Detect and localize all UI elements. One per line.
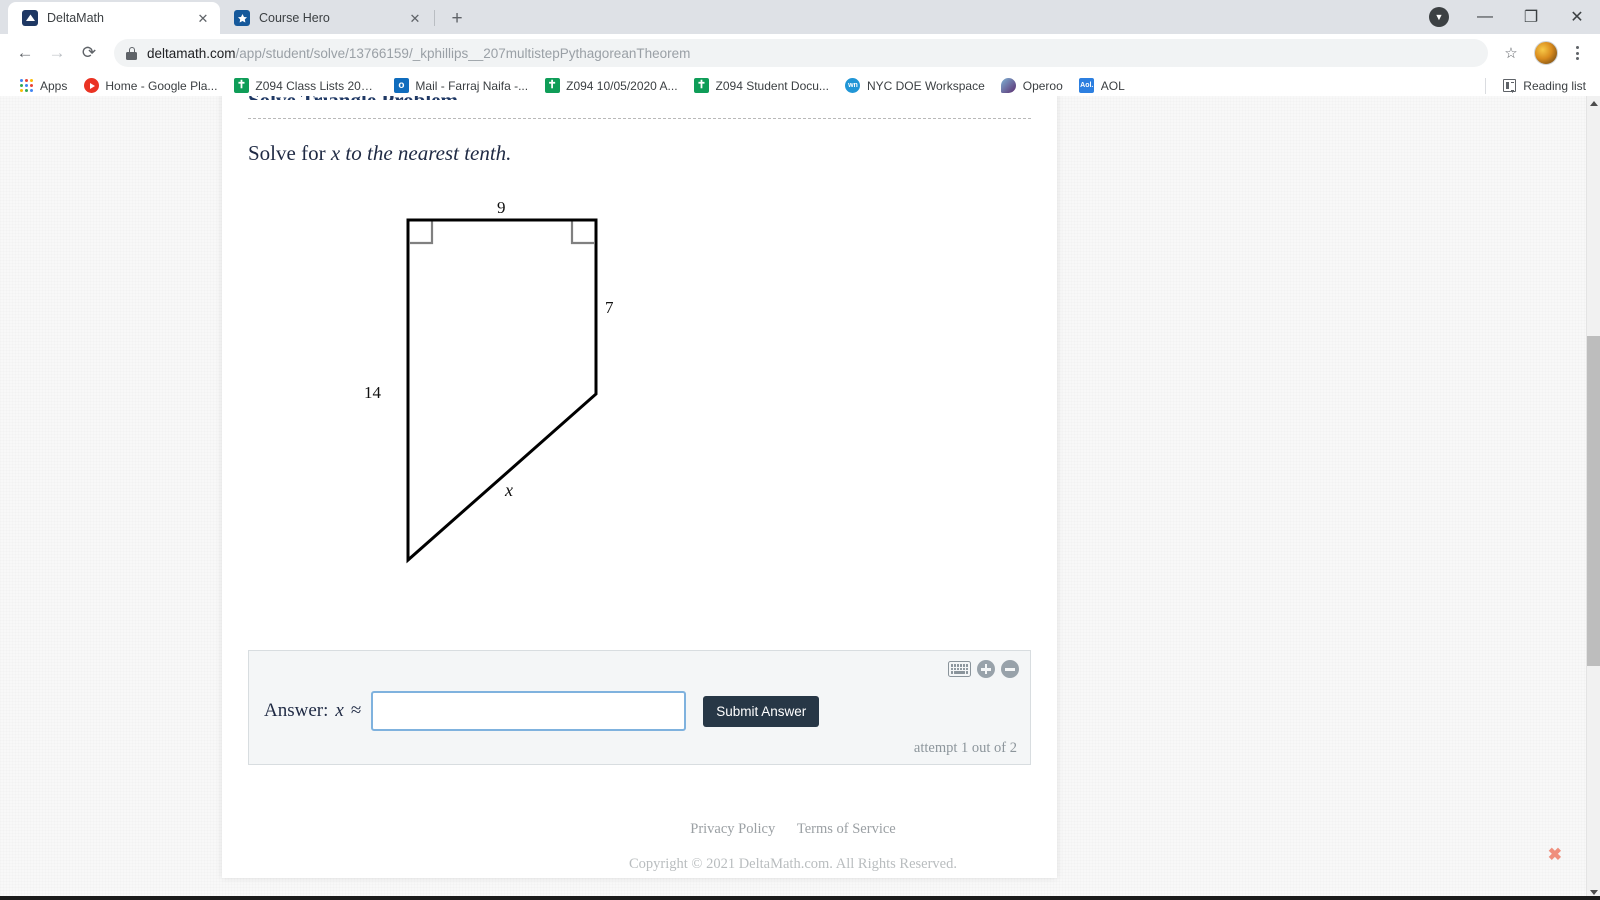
maximize-button[interactable]: ❐ xyxy=(1508,0,1554,34)
new-tab-button[interactable]: + xyxy=(443,4,471,32)
google-classroom-icon: ✝ xyxy=(544,78,560,94)
bookmark-label: AOL xyxy=(1100,78,1125,93)
deltamath-icon xyxy=(22,10,38,26)
figure-label-top: 9 xyxy=(497,198,506,217)
bookmarks-divider xyxy=(1485,77,1487,94)
prompt-suffix: to the nearest tenth. xyxy=(345,141,512,165)
page-viewport: Solve Triangle Problem Solve for x to th… xyxy=(0,96,1600,900)
reload-button[interactable]: ⟳ xyxy=(74,38,104,68)
google-classroom-icon: ✝ xyxy=(694,78,710,94)
title-divider xyxy=(248,118,1031,119)
attempt-counter: attempt 1 out of 2 xyxy=(913,740,1017,756)
profile-avatar[interactable] xyxy=(1534,41,1558,65)
minus-circle-icon[interactable] xyxy=(1001,660,1019,678)
plus-circle-icon[interactable] xyxy=(977,660,995,678)
taskbar-edge xyxy=(0,896,1600,900)
google-classroom-icon: ✝ xyxy=(233,78,249,94)
youtube-icon xyxy=(83,78,99,94)
keyboard-icon[interactable] xyxy=(948,661,971,677)
answer-label-text: Answer: xyxy=(264,700,329,721)
coursehero-icon xyxy=(234,10,250,26)
bookmark-label: Z094 10/05/2020 A... xyxy=(566,78,678,93)
window-controls: ▼ — ❐ ✕ xyxy=(1416,0,1600,34)
answer-row: Answer: x ≈ Submit Answer xyxy=(264,691,820,731)
page-footer: Privacy Policy Terms of Service Copyrigh… xyxy=(0,821,1586,873)
reading-list-label: Reading list xyxy=(1523,78,1586,93)
close-icon[interactable]: ✕ xyxy=(194,9,212,27)
answer-label: Answer: x ≈ xyxy=(264,700,361,722)
approx-symbol: ≈ xyxy=(350,700,362,721)
minimize-button[interactable]: — xyxy=(1462,0,1508,34)
bookmark-label: Home - Google Pla... xyxy=(105,78,218,93)
browser-window: DeltaMath ✕ Course Hero ✕ + ▼ — ❐ ✕ ← → … xyxy=(0,0,1600,900)
operoo-icon xyxy=(1001,78,1017,94)
bookmark-apps[interactable]: Apps xyxy=(10,75,75,97)
prompt-variable: x xyxy=(330,141,341,165)
vertical-scrollbar[interactable] xyxy=(1586,96,1600,900)
answer-panel: Answer: x ≈ Submit Answer attempt 1 out of… xyxy=(248,650,1031,765)
aol-icon: Aol. xyxy=(1079,78,1095,94)
answer-tools xyxy=(948,660,1019,678)
bookmark-label: Z094 Student Docu... xyxy=(715,78,829,93)
answer-input[interactable] xyxy=(371,691,687,731)
forward-button[interactable]: → xyxy=(42,38,72,68)
profile-caret-button[interactable]: ▼ xyxy=(1416,0,1462,34)
url-domain: deltamath.com xyxy=(147,45,236,61)
url-text: deltamath.com/app/student/solve/13766159… xyxy=(147,46,690,61)
footer-links: Privacy Policy Terms of Service xyxy=(0,821,1586,838)
problem-card: Solve Triangle Problem Solve for x to th… xyxy=(222,96,1057,878)
scroll-up-button[interactable] xyxy=(1587,96,1600,111)
tab-strip: DeltaMath ✕ Course Hero ✕ + ▼ — ❐ ✕ xyxy=(0,0,1600,34)
problem-prompt: Solve for x to the nearest tenth. xyxy=(248,141,511,166)
submit-answer-button[interactable]: Submit Answer xyxy=(703,695,820,727)
figure-label-hypotenuse: x xyxy=(505,480,513,500)
close-window-button[interactable]: ✕ xyxy=(1554,0,1600,34)
chevron-down-icon: ▼ xyxy=(1429,7,1449,27)
tab-separator xyxy=(434,10,435,26)
bookmark-operoo[interactable]: Operoo xyxy=(993,75,1071,97)
outlook-icon: o xyxy=(393,78,409,94)
close-icon[interactable]: ✖ xyxy=(1548,846,1562,863)
bookmark-label: Operoo xyxy=(1022,78,1063,93)
apps-grid-icon xyxy=(18,78,34,94)
page-title: Solve Triangle Problem xyxy=(248,96,458,100)
bookmark-z094-assignment[interactable]: ✝ Z094 10/05/2020 A... xyxy=(536,75,685,97)
bookmark-label: NYC DOE Workspace xyxy=(866,78,985,93)
lock-icon xyxy=(126,46,137,60)
url-path: /app/student/solve/13766159/_kphillips__… xyxy=(235,45,691,61)
scrollbar-thumb[interactable] xyxy=(1587,336,1600,666)
reading-list-button[interactable]: Reading list xyxy=(1485,77,1590,94)
address-bar[interactable]: deltamath.com/app/student/solve/13766159… xyxy=(114,39,1488,67)
tab-deltamath[interactable]: DeltaMath ✕ xyxy=(8,2,220,34)
figure-label-left: 14 xyxy=(364,383,381,402)
bookmark-mail-farraj-naifa[interactable]: o Mail - Farraj Naifa -... xyxy=(385,75,536,97)
bookmark-z094-class-lists[interactable]: ✝ Z094 Class Lists 202... xyxy=(225,75,385,97)
bookmark-label: Z094 Class Lists 202... xyxy=(255,78,378,93)
figure-label-right: 7 xyxy=(605,298,614,317)
terms-of-service-link[interactable]: Terms of Service xyxy=(797,821,896,837)
bookmark-nyc-doe-workspace[interactable]: wn NYC DOE Workspace xyxy=(837,75,993,97)
browser-toolbar: ← → ⟳ deltamath.com/app/student/solve/13… xyxy=(0,34,1600,72)
bookmark-label: Mail - Farraj Naifa -... xyxy=(415,78,529,93)
tab-title: DeltaMath xyxy=(47,11,104,25)
reading-list-icon xyxy=(1503,79,1517,92)
answer-variable: x xyxy=(335,700,344,721)
tab-coursehero[interactable]: Course Hero ✕ xyxy=(220,2,432,34)
geometry-figure: 9 7 14 x xyxy=(364,198,832,598)
nycdoe-icon: wn xyxy=(845,78,861,94)
bookmark-aol[interactable]: Aol. AOL xyxy=(1071,75,1133,97)
kebab-menu-icon[interactable] xyxy=(1564,40,1590,66)
bookmark-z094-student-docs[interactable]: ✝ Z094 Student Docu... xyxy=(686,75,837,97)
privacy-policy-link[interactable]: Privacy Policy xyxy=(690,821,775,837)
prompt-prefix: Solve for xyxy=(248,141,326,165)
close-icon[interactable]: ✕ xyxy=(406,9,424,27)
copyright-text: Copyright © 2021 DeltaMath.com. All Righ… xyxy=(629,856,957,872)
bookmark-home-google-play[interactable]: Home - Google Pla... xyxy=(75,75,225,97)
star-icon[interactable]: ☆ xyxy=(1498,40,1524,66)
back-button[interactable]: ← xyxy=(10,38,40,68)
bookmark-label: Apps xyxy=(40,78,68,93)
tab-title: Course Hero xyxy=(259,11,330,25)
